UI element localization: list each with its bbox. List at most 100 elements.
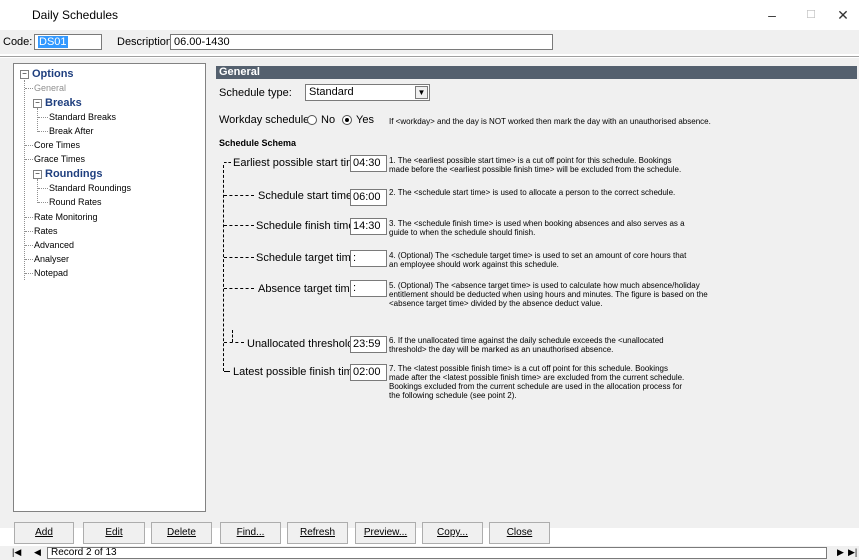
maximize-button[interactable]: ☐ [796,4,826,26]
title-bar [0,0,859,30]
section-header: General [216,66,857,79]
unallocated-threshold-label: Unallocated threshold: [247,338,357,350]
schedule-type-value: Standard [309,86,354,98]
schedule-start-input[interactable]: 06:00 [350,189,387,206]
row-note: an employee should work against this sch… [389,260,559,269]
tree-line [25,231,33,232]
delete-button[interactable]: Delete [151,522,212,544]
code-label: Code: [3,36,33,48]
tree-line [38,131,48,132]
row-note: the following schedule (see point 2). [389,391,517,400]
schema-connector [224,162,231,163]
tree-item-round-rates[interactable]: Round Rates [49,197,102,207]
workday-no-radio[interactable] [307,115,317,125]
earliest-start-input[interactable]: 04:30 [350,155,387,172]
copy-button-label: Copy... [437,527,468,538]
row-note: entitlement should be deducted when usin… [389,290,708,299]
find-button[interactable]: Find... [220,522,281,544]
absence-target-input[interactable]: : [350,280,387,297]
row-note: guide to when the schedule should finish… [389,228,536,237]
workday-label: Workday schedule: [219,114,313,126]
tree-item-general[interactable]: General [34,83,66,93]
tree-item-standard-roundings[interactable]: Standard Roundings [49,183,131,193]
tree-item-breaks[interactable]: Breaks [45,97,82,109]
schema-connector [232,330,233,342]
first-record-icon[interactable]: |◀ [12,547,21,558]
collapse-icon[interactable]: − [20,70,29,79]
schedule-target-input[interactable]: : [350,250,387,267]
schedule-start-label: Schedule start time: [258,190,356,202]
last-record-icon[interactable]: ▶| [848,547,857,558]
code-field[interactable]: DS01 [34,34,102,50]
tree-line [25,217,33,218]
description-label: Description: [117,36,176,48]
options-tree: − Options General − Breaks Standard Brea… [13,63,206,512]
edit-button-label: Edit [105,527,123,538]
add-button-label: Add [35,527,53,538]
record-indicator: Record 2 of 13 [47,547,827,559]
schedule-type-select[interactable]: Standard ▼ [305,84,430,101]
refresh-button[interactable]: Refresh [287,522,348,544]
tree-item-break-after[interactable]: Break After [49,126,94,136]
absence-target-label: Absence target time: [258,283,359,295]
workday-note: If <workday> and the day is NOT worked t… [389,117,711,126]
row-note: threshold> the day will be marked as an … [389,345,614,354]
workday-no-label: No [321,114,336,126]
close-window-button[interactable]: ✕ [828,4,858,26]
preview-button-label: Preview... [363,527,408,538]
tree-item-core-times[interactable]: Core Times [34,140,80,150]
latest-finish-input[interactable]: 02:00 [350,364,387,381]
tree-line [24,80,25,280]
unallocated-threshold-input[interactable]: 23:59 [350,336,387,353]
latest-finish-label: Latest possible finish time: [233,366,363,378]
edit-button[interactable]: Edit [83,522,145,544]
find-button-label: Find... [236,527,265,538]
previous-record-icon[interactable]: ◀ [34,547,41,558]
close-button-label: Close [506,527,533,538]
tree-item-analyser[interactable]: Analyser [34,254,69,264]
tree-line [37,108,38,132]
schedule-finish-input[interactable]: 14:30 [350,218,387,235]
add-button[interactable]: Add [14,522,74,544]
row-note: 3. The <schedule finish time> is used wh… [389,219,685,228]
window-title: Daily Schedules [32,8,119,22]
close-button[interactable]: Close [489,522,550,544]
tree-item-rate-monitoring[interactable]: Rate Monitoring [34,212,98,222]
tree-line [25,259,33,260]
schedule-target-label: Schedule target time: [256,252,360,264]
row-note: made before the <earliest possible finis… [389,165,682,174]
tree-line [25,159,33,160]
next-record-icon[interactable]: ▶ [837,547,844,558]
earliest-start-label: Earliest possible start time: [233,157,365,169]
tree-line [38,202,48,203]
tree-item-advanced[interactable]: Advanced [34,240,74,250]
tree-item-grace-times[interactable]: Grace Times [34,154,85,164]
schema-connector [224,342,244,343]
preview-button[interactable]: Preview... [355,522,416,544]
workday-yes-radio[interactable] [342,115,352,125]
schema-connector [224,371,230,372]
chevron-down-icon[interactable]: ▼ [415,86,428,99]
workday-yes-label: Yes [356,114,374,126]
tree-item-standard-breaks[interactable]: Standard Breaks [49,112,116,122]
schema-connector [224,288,254,289]
copy-button[interactable]: Copy... [422,522,483,544]
collapse-icon[interactable]: − [33,99,42,108]
schema-connector [224,225,254,226]
minimize-button[interactable]: – [757,4,787,26]
tree-item-options[interactable]: Options [32,68,74,80]
tree-item-roundings[interactable]: Roundings [45,168,102,180]
tree-line [25,245,33,246]
tree-item-notepad[interactable]: Notepad [34,268,68,278]
row-note: 2. The <schedule start time> is used to … [389,188,676,197]
schema-title: Schedule Schema [219,138,297,148]
schema-connector [224,257,254,258]
schedule-finish-label: Schedule finish time: [256,220,358,232]
tree-line [37,179,38,203]
row-note: 6. If the unallocated time against the d… [389,336,664,345]
tree-item-rates[interactable]: Rates [34,226,58,236]
description-field[interactable]: 06.00-1430 [170,34,553,50]
collapse-icon[interactable]: − [33,170,42,179]
tree-line [38,188,48,189]
tree-line [25,88,33,89]
